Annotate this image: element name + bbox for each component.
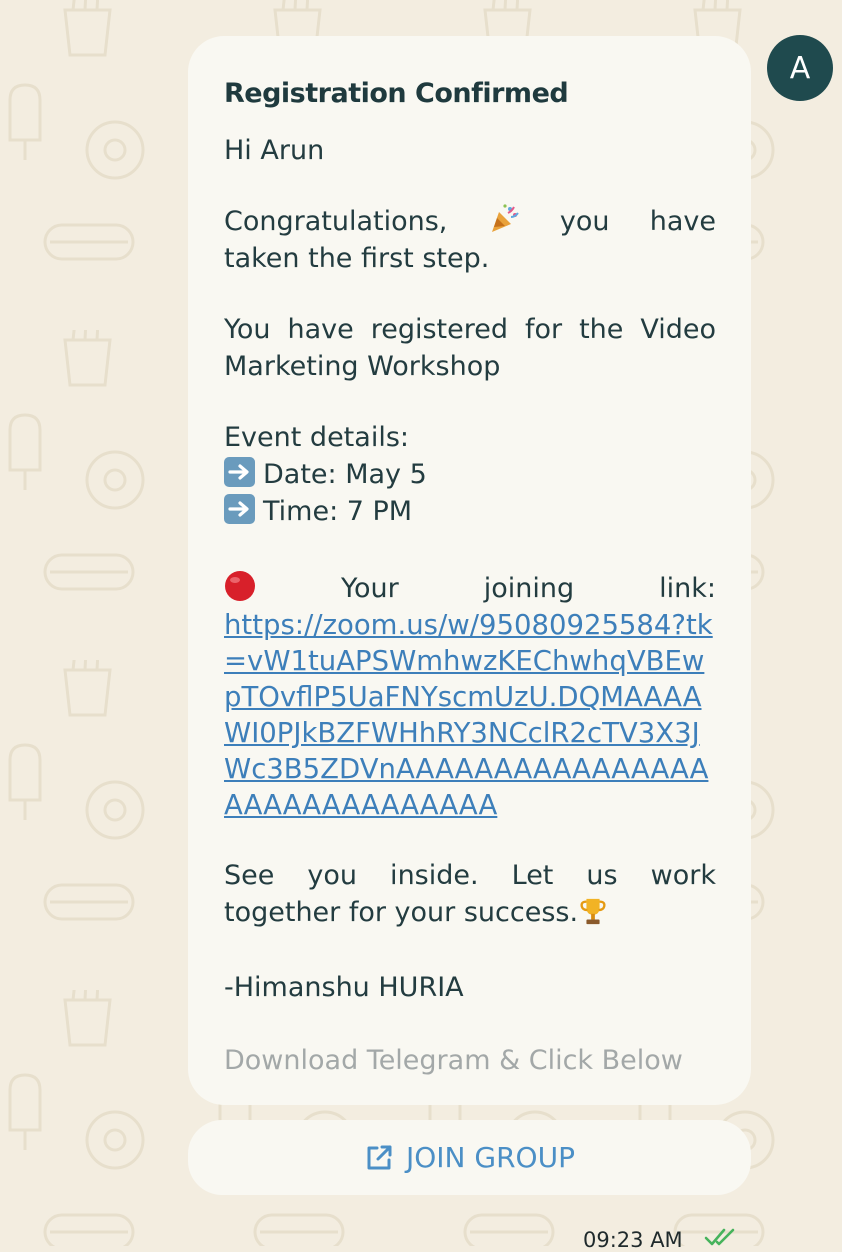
- closing-words: See you inside. Let us work together for…: [224, 860, 716, 928]
- closing-text: See you inside. Let us work together for…: [224, 857, 716, 931]
- time-line: Time: 7 PM: [224, 493, 716, 530]
- time-text: Time: 7 PM: [263, 496, 413, 527]
- message-timestamp: 09:23 AM: [583, 1228, 683, 1252]
- congrats-rest: you have: [559, 206, 716, 237]
- footer-note: Download Telegram & Click Below: [224, 1045, 683, 1076]
- signature: -Himanshu HURIA: [224, 972, 464, 1003]
- join-group-button[interactable]: JOIN GROUP: [188, 1120, 751, 1195]
- registered-text: You have registered for the Video Market…: [224, 314, 716, 382]
- congrats-line-2: taken the first step.: [224, 243, 490, 274]
- joining-line: Your joining link:: [224, 570, 716, 607]
- date-text: Date: May 5: [263, 459, 427, 490]
- right-arrow-icon: [224, 457, 255, 487]
- red-circle-icon: [225, 571, 255, 601]
- joining-word-1: Your: [341, 573, 399, 604]
- double-check-icon: [704, 1228, 735, 1246]
- joining-word-3: link:: [659, 573, 716, 604]
- message-body: Hi Arun Congratulations, you have taken …: [224, 132, 716, 1006]
- avatar-initial: A: [789, 50, 811, 86]
- message-title: Registration Confirmed: [224, 78, 569, 109]
- greeting: Hi Arun: [224, 135, 325, 166]
- congrats-line: Congratulations, you have: [224, 203, 716, 240]
- message-bubble: Registration Confirmed Hi Arun Congratul…: [188, 36, 751, 1105]
- party-popper-icon: [491, 204, 519, 232]
- join-group-label: JOIN GROUP: [406, 1141, 575, 1174]
- congrats-word: Congratulations,: [224, 206, 448, 237]
- zoom-link[interactable]: https://zoom.us/w/95080925584?tk=vW1tuAP…: [224, 607, 716, 823]
- joining-word-2: joining: [483, 573, 575, 604]
- trophy-icon: [580, 898, 606, 925]
- external-link-icon: [367, 1145, 392, 1169]
- event-heading: Event details:: [224, 422, 409, 453]
- date-line: Date: May 5: [224, 456, 716, 493]
- avatar[interactable]: A: [767, 35, 833, 101]
- right-arrow-icon: [224, 494, 255, 524]
